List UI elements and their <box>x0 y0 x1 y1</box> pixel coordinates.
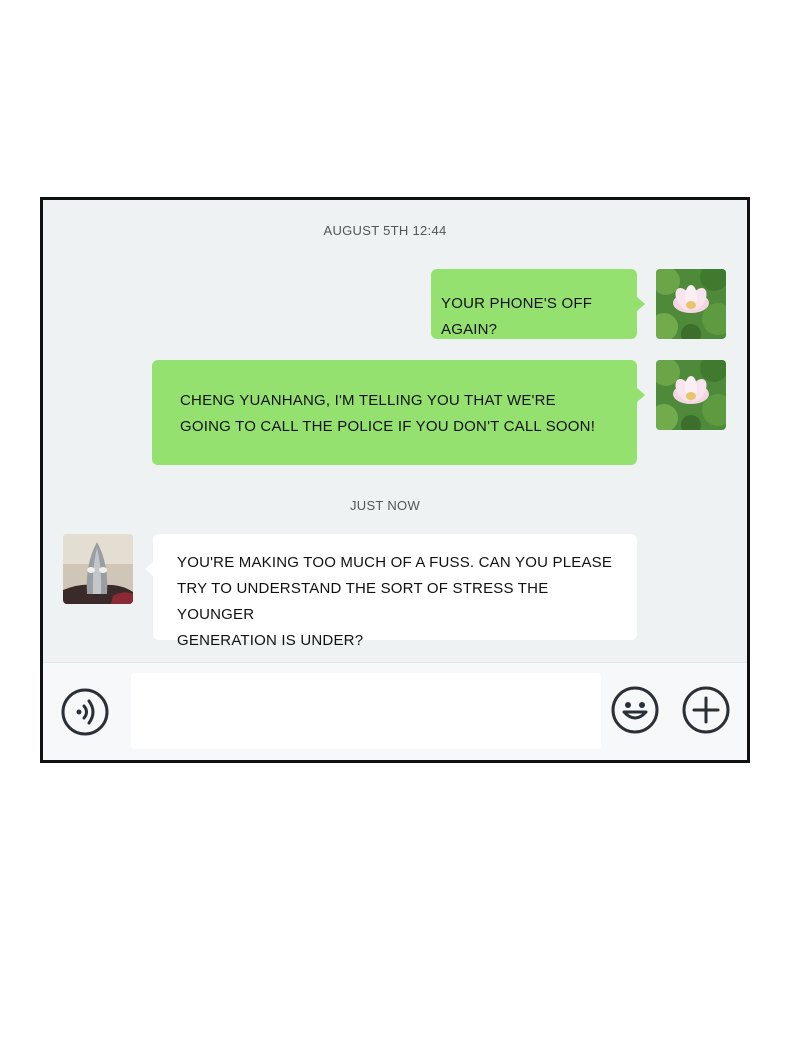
voice-icon <box>61 688 109 736</box>
avatar-ultraman[interactable] <box>63 534 133 604</box>
message-text: YOUR PHONE'S OFF AGAIN? <box>441 295 593 338</box>
message-text-line: YOU'RE MAKING TOO MUCH OF A FUSS. CAN YO… <box>177 554 613 571</box>
message-text-line: GOING TO CALL THE POLICE IF YOU DON'T CA… <box>180 418 596 435</box>
message-text-line: GENERATION IS UNDER? <box>177 632 364 649</box>
message-text-line: CHENG YUANHANG, I'M TELLING YOU THAT WE'… <box>180 392 556 409</box>
message-text-line: TRY TO UNDERSTAND THE SORT OF STRESS THE… <box>177 580 549 623</box>
voice-button[interactable] <box>61 688 109 736</box>
message-list: AUGUST 5TH 12:44 YOUR PHONE'S OFF AGAIN?… <box>43 200 747 662</box>
plus-icon <box>682 686 730 734</box>
emoji-button[interactable] <box>611 686 659 734</box>
emoji-icon <box>611 686 659 734</box>
message-bubble-sent[interactable]: YOUR PHONE'S OFF AGAIN? <box>431 269 645 339</box>
message-input[interactable] <box>131 673 601 749</box>
add-button[interactable] <box>682 686 730 734</box>
timestamp: JUST NOW <box>349 498 421 513</box>
timestamp: AUGUST 5TH 12:44 <box>323 223 447 238</box>
avatar-lotus[interactable] <box>656 269 726 339</box>
chat-window: AUGUST 5TH 12:44 YOUR PHONE'S OFF AGAIN?… <box>40 197 750 763</box>
input-bar <box>43 662 747 760</box>
avatar-lotus[interactable] <box>656 360 726 430</box>
message-bubble-sent[interactable]: CHENG YUANHANG, I'M TELLING YOU THAT WE'… <box>152 360 645 465</box>
message-bubble-received[interactable]: YOU'RE MAKING TOO MUCH OF A FUSS. CAN YO… <box>145 534 637 649</box>
